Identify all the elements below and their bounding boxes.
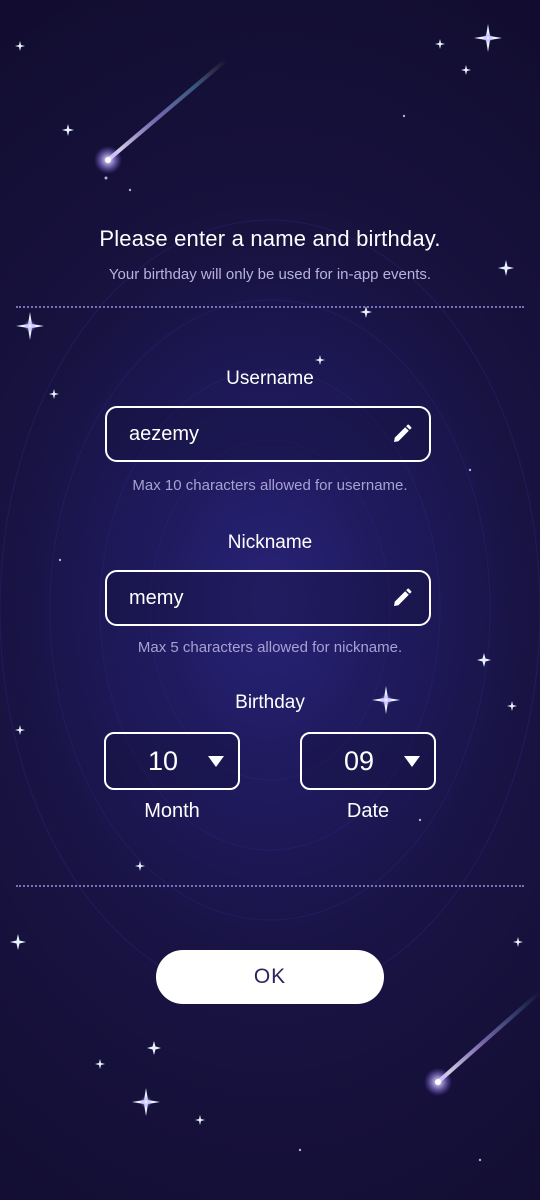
username-field[interactable]: aezemy (105, 406, 431, 462)
dropdown-caret-icon (404, 756, 420, 767)
pencil-icon[interactable] (391, 587, 413, 609)
top-divider (16, 306, 524, 308)
date-select[interactable]: 09 (300, 732, 436, 790)
birthday-label: Birthday (235, 692, 305, 713)
month-select[interactable]: 10 (104, 732, 240, 790)
dialog-subtitle: Your birthday will only be used for in-a… (108, 266, 432, 283)
date-value: 09 (343, 745, 375, 776)
birthday-setup-screen: Please enter a name and birthday. Your b… (0, 0, 540, 1200)
bottom-divider (16, 885, 524, 887)
month-caption: Month (144, 800, 200, 822)
month-value: 10 (147, 745, 179, 776)
nickname-label: Nickname (227, 532, 313, 553)
username-label: Username (226, 368, 314, 389)
pencil-icon[interactable] (391, 423, 413, 445)
username-value: aezemy (129, 422, 200, 445)
username-hint: Max 10 characters allowed for username. (132, 477, 408, 494)
shooting-star-top (106, 58, 228, 162)
dropdown-caret-icon (208, 756, 224, 767)
ok-button[interactable]: OK (156, 950, 384, 1004)
dialog-title: Please enter a name and birthday. (99, 226, 441, 251)
shooting-star-bottom (436, 990, 540, 1084)
date-caption: Date (346, 800, 390, 822)
nickname-value: memy (129, 586, 184, 609)
nickname-field[interactable]: memy (105, 570, 431, 626)
nickname-hint: Max 5 characters allowed for nickname. (137, 639, 403, 656)
